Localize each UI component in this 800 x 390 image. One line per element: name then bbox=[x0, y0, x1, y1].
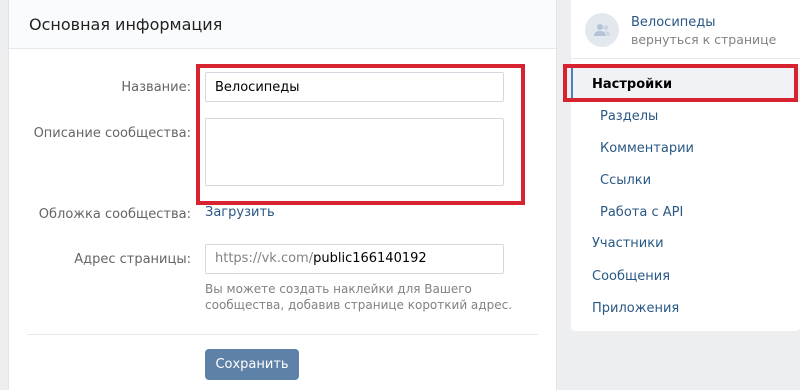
sidebar-card: Велосипеды вернуться к странице Настройк… bbox=[571, 0, 800, 331]
address-hint: Вы можете создать наклейки для Вашего со… bbox=[205, 282, 512, 312]
back-to-page-link[interactable]: вернуться к странице bbox=[631, 32, 776, 47]
address-prefix: https://vk.com/ bbox=[215, 251, 314, 266]
address-label: Адрес страницы: bbox=[74, 252, 191, 267]
menu-item-settings[interactable]: Настройки bbox=[571, 68, 800, 102]
menu-item-apps[interactable]: Приложения bbox=[592, 301, 679, 316]
cover-label: Обложка сообщества: bbox=[38, 207, 191, 222]
name-label: Название: bbox=[121, 80, 191, 95]
description-label: Описание сообщества: bbox=[33, 126, 191, 141]
address-input[interactable]: https://vk.com/public166140192 bbox=[205, 244, 504, 274]
menu-item-api[interactable]: Работа с API bbox=[600, 205, 683, 220]
users-icon bbox=[594, 24, 610, 36]
address-value: public166140192 bbox=[313, 251, 427, 266]
main-info-card: Основная информация Название: Описание с… bbox=[8, 0, 557, 390]
menu-item-messages[interactable]: Сообщения bbox=[592, 269, 670, 284]
name-input[interactable] bbox=[205, 72, 504, 102]
save-button[interactable]: Сохранить bbox=[205, 349, 299, 380]
divider bbox=[27, 334, 538, 335]
community-name[interactable]: Велосипеды bbox=[631, 15, 716, 30]
card-header: Основная информация bbox=[9, 0, 556, 49]
menu-item-members[interactable]: Участники bbox=[592, 236, 664, 251]
menu-item-links[interactable]: Ссылки bbox=[600, 173, 651, 188]
description-textarea[interactable] bbox=[205, 118, 504, 186]
menu-item-sections[interactable]: Разделы bbox=[600, 109, 658, 124]
cover-upload-link[interactable]: Загрузить bbox=[205, 205, 275, 220]
menu-item-comments[interactable]: Комментарии bbox=[600, 141, 694, 156]
sidebar-header[interactable]: Велосипеды вернуться к странице bbox=[571, 0, 800, 59]
community-avatar bbox=[585, 13, 619, 47]
card-title: Основная информация bbox=[29, 15, 223, 34]
